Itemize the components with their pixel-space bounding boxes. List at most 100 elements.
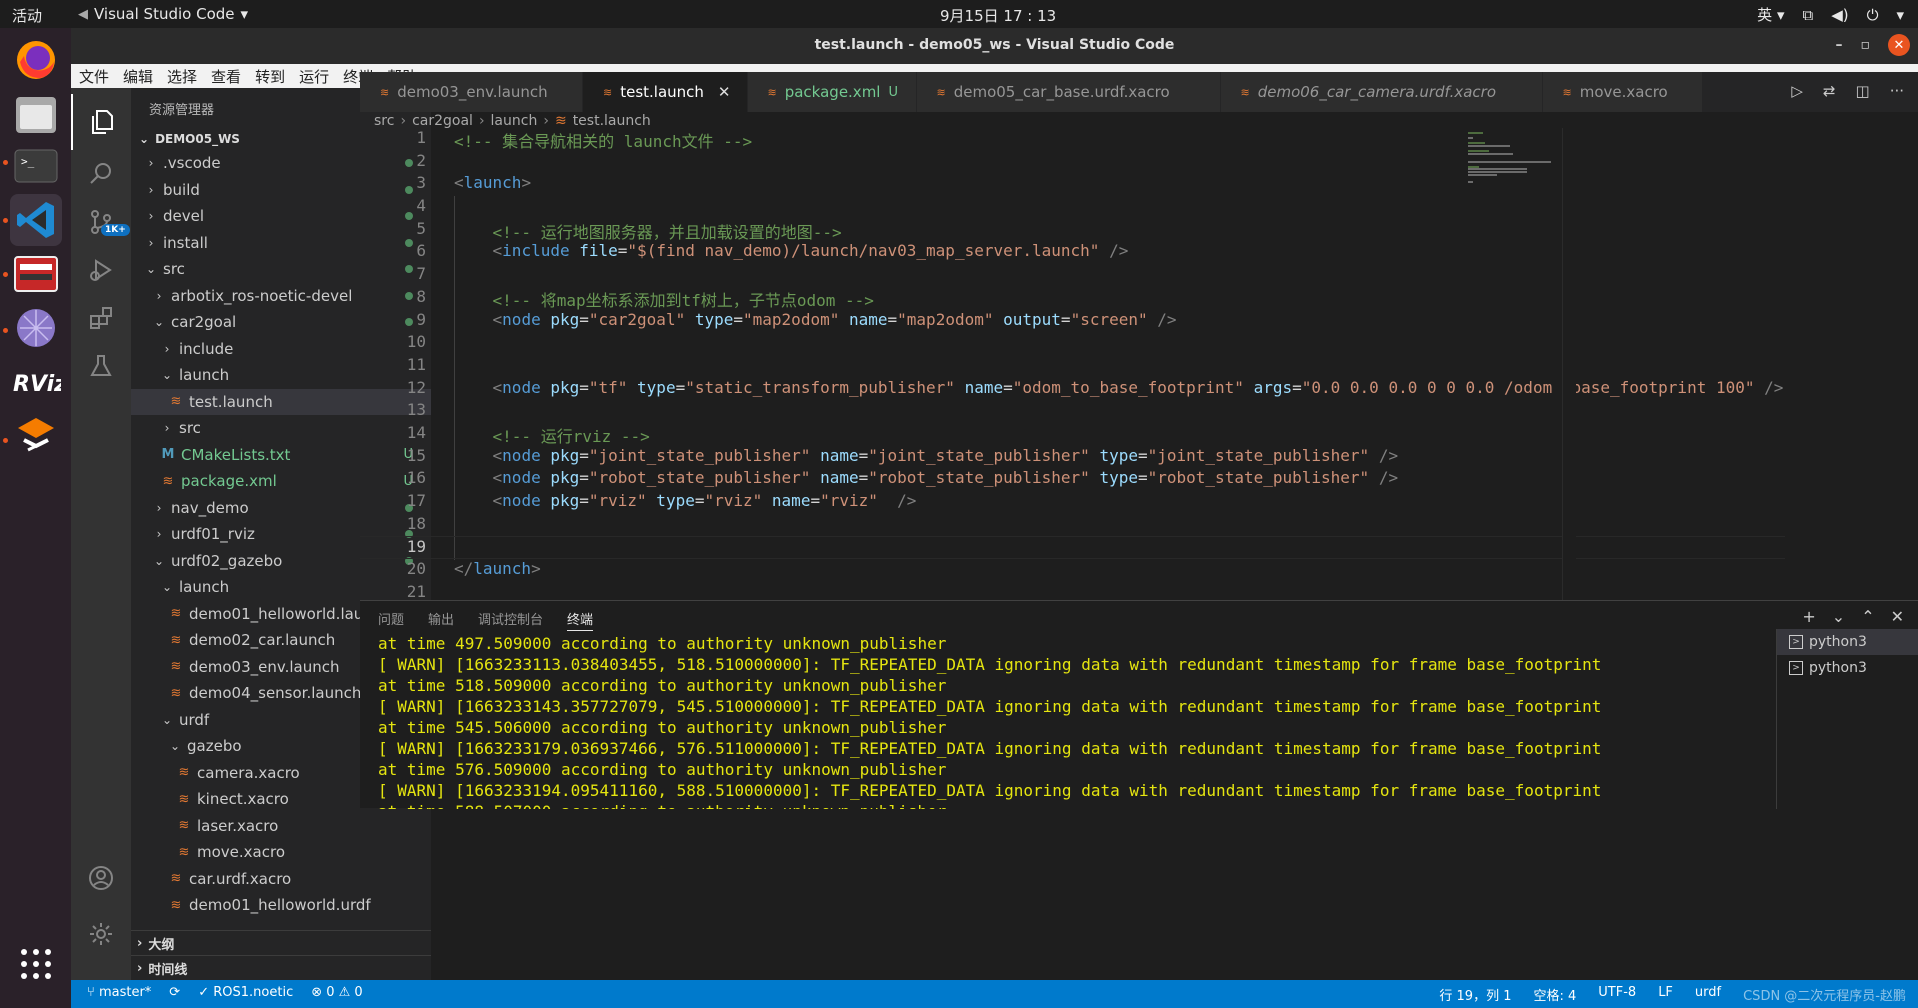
code-token: "map2odom" — [743, 309, 840, 329]
terminal-icon[interactable]: >_ — [10, 140, 62, 192]
terminal-instance[interactable]: > python3 — [1777, 629, 1918, 655]
firefox-icon[interactable] — [10, 34, 62, 86]
close-panel-icon[interactable]: ✕ — [1891, 607, 1904, 626]
maximize-button[interactable]: ▫ — [1861, 37, 1871, 53]
tree-file[interactable]: ≋ demo01_helloworld.urdf — [131, 892, 431, 919]
menu-item[interactable]: 运行 — [299, 66, 329, 87]
editor-tab[interactable]: ≋ package.xml U — [747, 72, 917, 112]
indentation[interactable]: 空格: 4 — [1533, 985, 1576, 1004]
minimize-button[interactable]: – — [1836, 37, 1843, 53]
editor-tab[interactable]: ≋ demo06_car_camera.urdf.xacro — [1220, 72, 1543, 112]
system-monitor-icon[interactable] — [10, 248, 62, 300]
menu-item[interactable]: 转到 — [255, 66, 285, 87]
code-token: name — [810, 468, 859, 488]
explorer-icon[interactable] — [71, 94, 131, 150]
tray-arrow: ▾ — [1896, 5, 1904, 24]
tree-file[interactable]: ≋ move.xacro — [131, 839, 431, 866]
run-icon[interactable]: ▷ — [1791, 82, 1803, 100]
breadcrumb-item[interactable]: src — [374, 113, 394, 129]
compare-changes-icon[interactable]: ⇄ — [1823, 82, 1836, 100]
terminal-line: at time 588.507000 according to authorit… — [378, 801, 1718, 809]
terminal-icon: > — [1789, 635, 1803, 649]
editor-tab[interactable]: ≋ demo05_car_base.urdf.xacro — [916, 72, 1221, 112]
xml-file-icon: ≋ — [767, 85, 777, 99]
chevron-right-icon: › — [137, 935, 143, 951]
tree-item-label: demo01_helloworld.urdf — [189, 896, 371, 915]
ros-indicator[interactable]: ✓ ROS1.noetic — [198, 985, 293, 1000]
tree-file[interactable]: ≋ laser.xacro — [131, 813, 431, 840]
panel-tab[interactable]: 终端 — [567, 609, 594, 631]
menu-item[interactable]: 文件 — [79, 66, 109, 87]
vscode-icon[interactable] — [10, 194, 62, 246]
app-name: Visual Studio Code — [94, 5, 235, 23]
activities-button[interactable]: 活动 — [12, 5, 42, 26]
outline-section[interactable]: › 大纲 — [131, 930, 431, 955]
terminal-instance[interactable]: > python3 — [1777, 655, 1918, 681]
app-sphere-icon[interactable] — [10, 302, 62, 354]
breadcrumb-item[interactable]: test.launch — [573, 113, 651, 129]
git-branch-icon: ⑂ — [87, 985, 95, 1000]
chevron-down-icon: ⌄ — [161, 712, 173, 727]
problems-indicator[interactable]: ⊗ 0 ⚠ 0 — [311, 985, 363, 1000]
terminal-dropdown-icon[interactable]: ⌄ — [1832, 607, 1845, 626]
code-token: type — [1089, 445, 1138, 465]
branch-indicator[interactable]: ⑂ master* — [87, 985, 151, 1000]
breadcrumb-item[interactable]: car2goal — [412, 113, 473, 129]
more-actions-icon[interactable]: ··· — [1890, 82, 1904, 100]
timeline-section[interactable]: › 时间线 — [131, 955, 431, 980]
editor-tab[interactable]: ≋ demo03_env.launch — [360, 72, 583, 112]
terminal-output[interactable]: at time 497.509000 according to authorit… — [378, 633, 1718, 809]
code-token: < — [492, 445, 503, 465]
menu-item[interactable]: 查看 — [211, 66, 241, 87]
tree-item-label: include — [179, 339, 234, 358]
input-method[interactable]: 英 ▾ — [1757, 4, 1784, 25]
tab-label: demo06_car_camera.urdf.xacro — [1257, 83, 1496, 101]
line-number: 7 — [416, 264, 426, 284]
code-token: include — [502, 241, 570, 261]
app-menu-arrow: ▾ — [240, 5, 249, 23]
close-tab-icon[interactable]: ✕ — [718, 83, 731, 101]
rviz-icon[interactable]: RViz — [10, 356, 62, 408]
tree-item-label: src — [163, 260, 185, 279]
clock[interactable]: 9月15日 17 : 13 — [940, 5, 1056, 26]
panel-tab[interactable]: 问题 — [378, 609, 404, 631]
menu-item[interactable]: 选择 — [167, 66, 197, 87]
editor-tab[interactable]: ≋ move.xacro — [1542, 72, 1703, 112]
tree-item-label: test.launch — [189, 392, 273, 411]
panel-tab[interactable]: 调试控制台 — [478, 609, 543, 631]
cursor-position[interactable]: 行 19，列 1 — [1439, 985, 1511, 1004]
gazebo-icon[interactable] — [10, 410, 62, 462]
code-token: > — [531, 559, 541, 579]
system-tray[interactable]: 英 ▾ ⧉ ◀) ⏻ ▾ — [1757, 4, 1904, 25]
editor-tab[interactable]: ≋ test.launch ✕ — [583, 72, 748, 112]
code-token: output — [993, 309, 1061, 329]
files-icon[interactable] — [10, 88, 62, 140]
end-of-line[interactable]: LF — [1658, 985, 1673, 1004]
maximize-panel-icon[interactable]: ⌃ — [1861, 607, 1874, 626]
settings-gear-icon[interactable] — [71, 906, 131, 962]
breadcrumb-item[interactable]: launch — [491, 113, 538, 129]
menu-item[interactable]: 编辑 — [123, 66, 153, 87]
new-terminal-icon[interactable]: + — [1802, 607, 1815, 626]
split-editor-icon[interactable]: ◫ — [1856, 82, 1870, 100]
show-apps-icon[interactable] — [10, 938, 62, 990]
sync-button[interactable]: ⟳ — [169, 985, 180, 1000]
tree-item-label: package.xml — [181, 472, 277, 491]
code-token: launch — [473, 559, 532, 579]
title-bar[interactable]: test.launch - demo05_ws - Visual Studio … — [71, 28, 1918, 64]
encoding[interactable]: UTF-8 — [1598, 985, 1636, 1004]
editor-scrollbar[interactable] — [1562, 128, 1576, 600]
minimap-line — [1468, 137, 1473, 140]
app-menu[interactable]: ◀ Visual Studio Code ▾ — [78, 5, 248, 23]
code-token: node — [502, 468, 541, 488]
activity-bar: 1K+ — [71, 88, 131, 980]
tree-file[interactable]: ≋ car.urdf.xacro — [131, 866, 431, 893]
panel-tab[interactable]: 输出 — [428, 609, 454, 631]
accounts-icon[interactable] — [71, 850, 131, 906]
testing-icon[interactable] — [71, 338, 131, 394]
terminal-line: [ WARN] [1663233113.038403455, 518.51000… — [378, 655, 1602, 674]
language-mode[interactable]: urdf — [1695, 985, 1721, 1004]
code-token: "screen" — [1070, 309, 1148, 329]
close-window-button[interactable]: ✕ — [1888, 34, 1910, 56]
